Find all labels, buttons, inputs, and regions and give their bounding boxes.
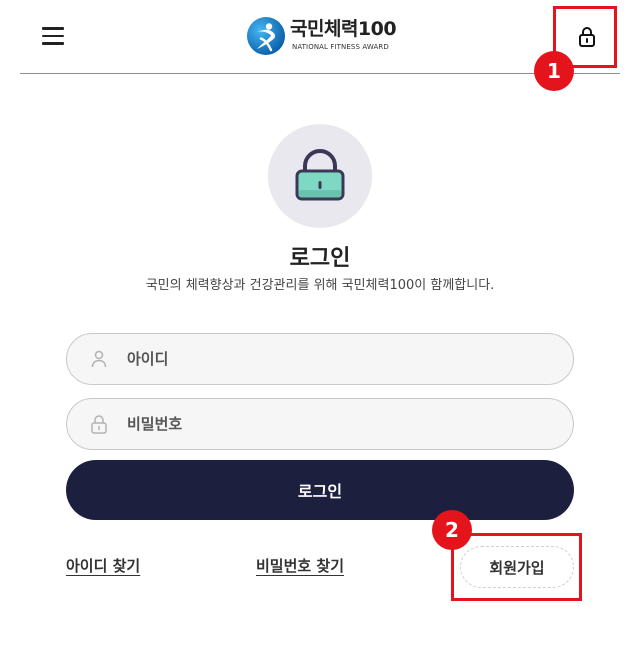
lock-icon <box>90 414 108 434</box>
logo-title: 국민체력100 <box>290 18 397 40</box>
hamburger-menu-icon[interactable] <box>40 25 66 47</box>
find-id-link[interactable]: 아이디 찾기 <box>66 556 140 576</box>
national-fitness-logo-icon <box>247 17 285 55</box>
padlock-icon <box>295 149 345 201</box>
menu-line <box>42 34 64 37</box>
password-field[interactable] <box>66 398 574 450</box>
menu-line <box>42 42 64 45</box>
page-subtitle: 국민의 체력향상과 건강관리를 위해 국민체력100이 함께합니다. <box>145 278 495 293</box>
login-hero-circle <box>268 124 372 228</box>
user-icon <box>90 349 108 369</box>
annotation-box-2 <box>451 533 582 601</box>
id-input[interactable] <box>127 334 553 384</box>
menu-line <box>42 27 64 30</box>
header-divider <box>20 73 620 74</box>
find-password-link[interactable]: 비밀번호 찾기 <box>256 556 344 576</box>
annotation-badge-2: 2 <box>432 510 472 550</box>
annotation-badge-1: 1 <box>534 51 574 91</box>
page-title: 로그인 <box>289 246 351 271</box>
logo-subtitle: NATIONAL FITNESS AWARD <box>292 43 389 51</box>
password-input[interactable] <box>127 399 553 449</box>
site-logo[interactable]: 국민체력100 NATIONAL FITNESS AWARD <box>246 15 398 57</box>
id-field[interactable] <box>66 333 574 385</box>
login-page: 국민체력100 NATIONAL FITNESS AWARD 로그인 국민의 체… <box>0 0 640 650</box>
login-button[interactable]: 로그인 <box>66 460 574 520</box>
